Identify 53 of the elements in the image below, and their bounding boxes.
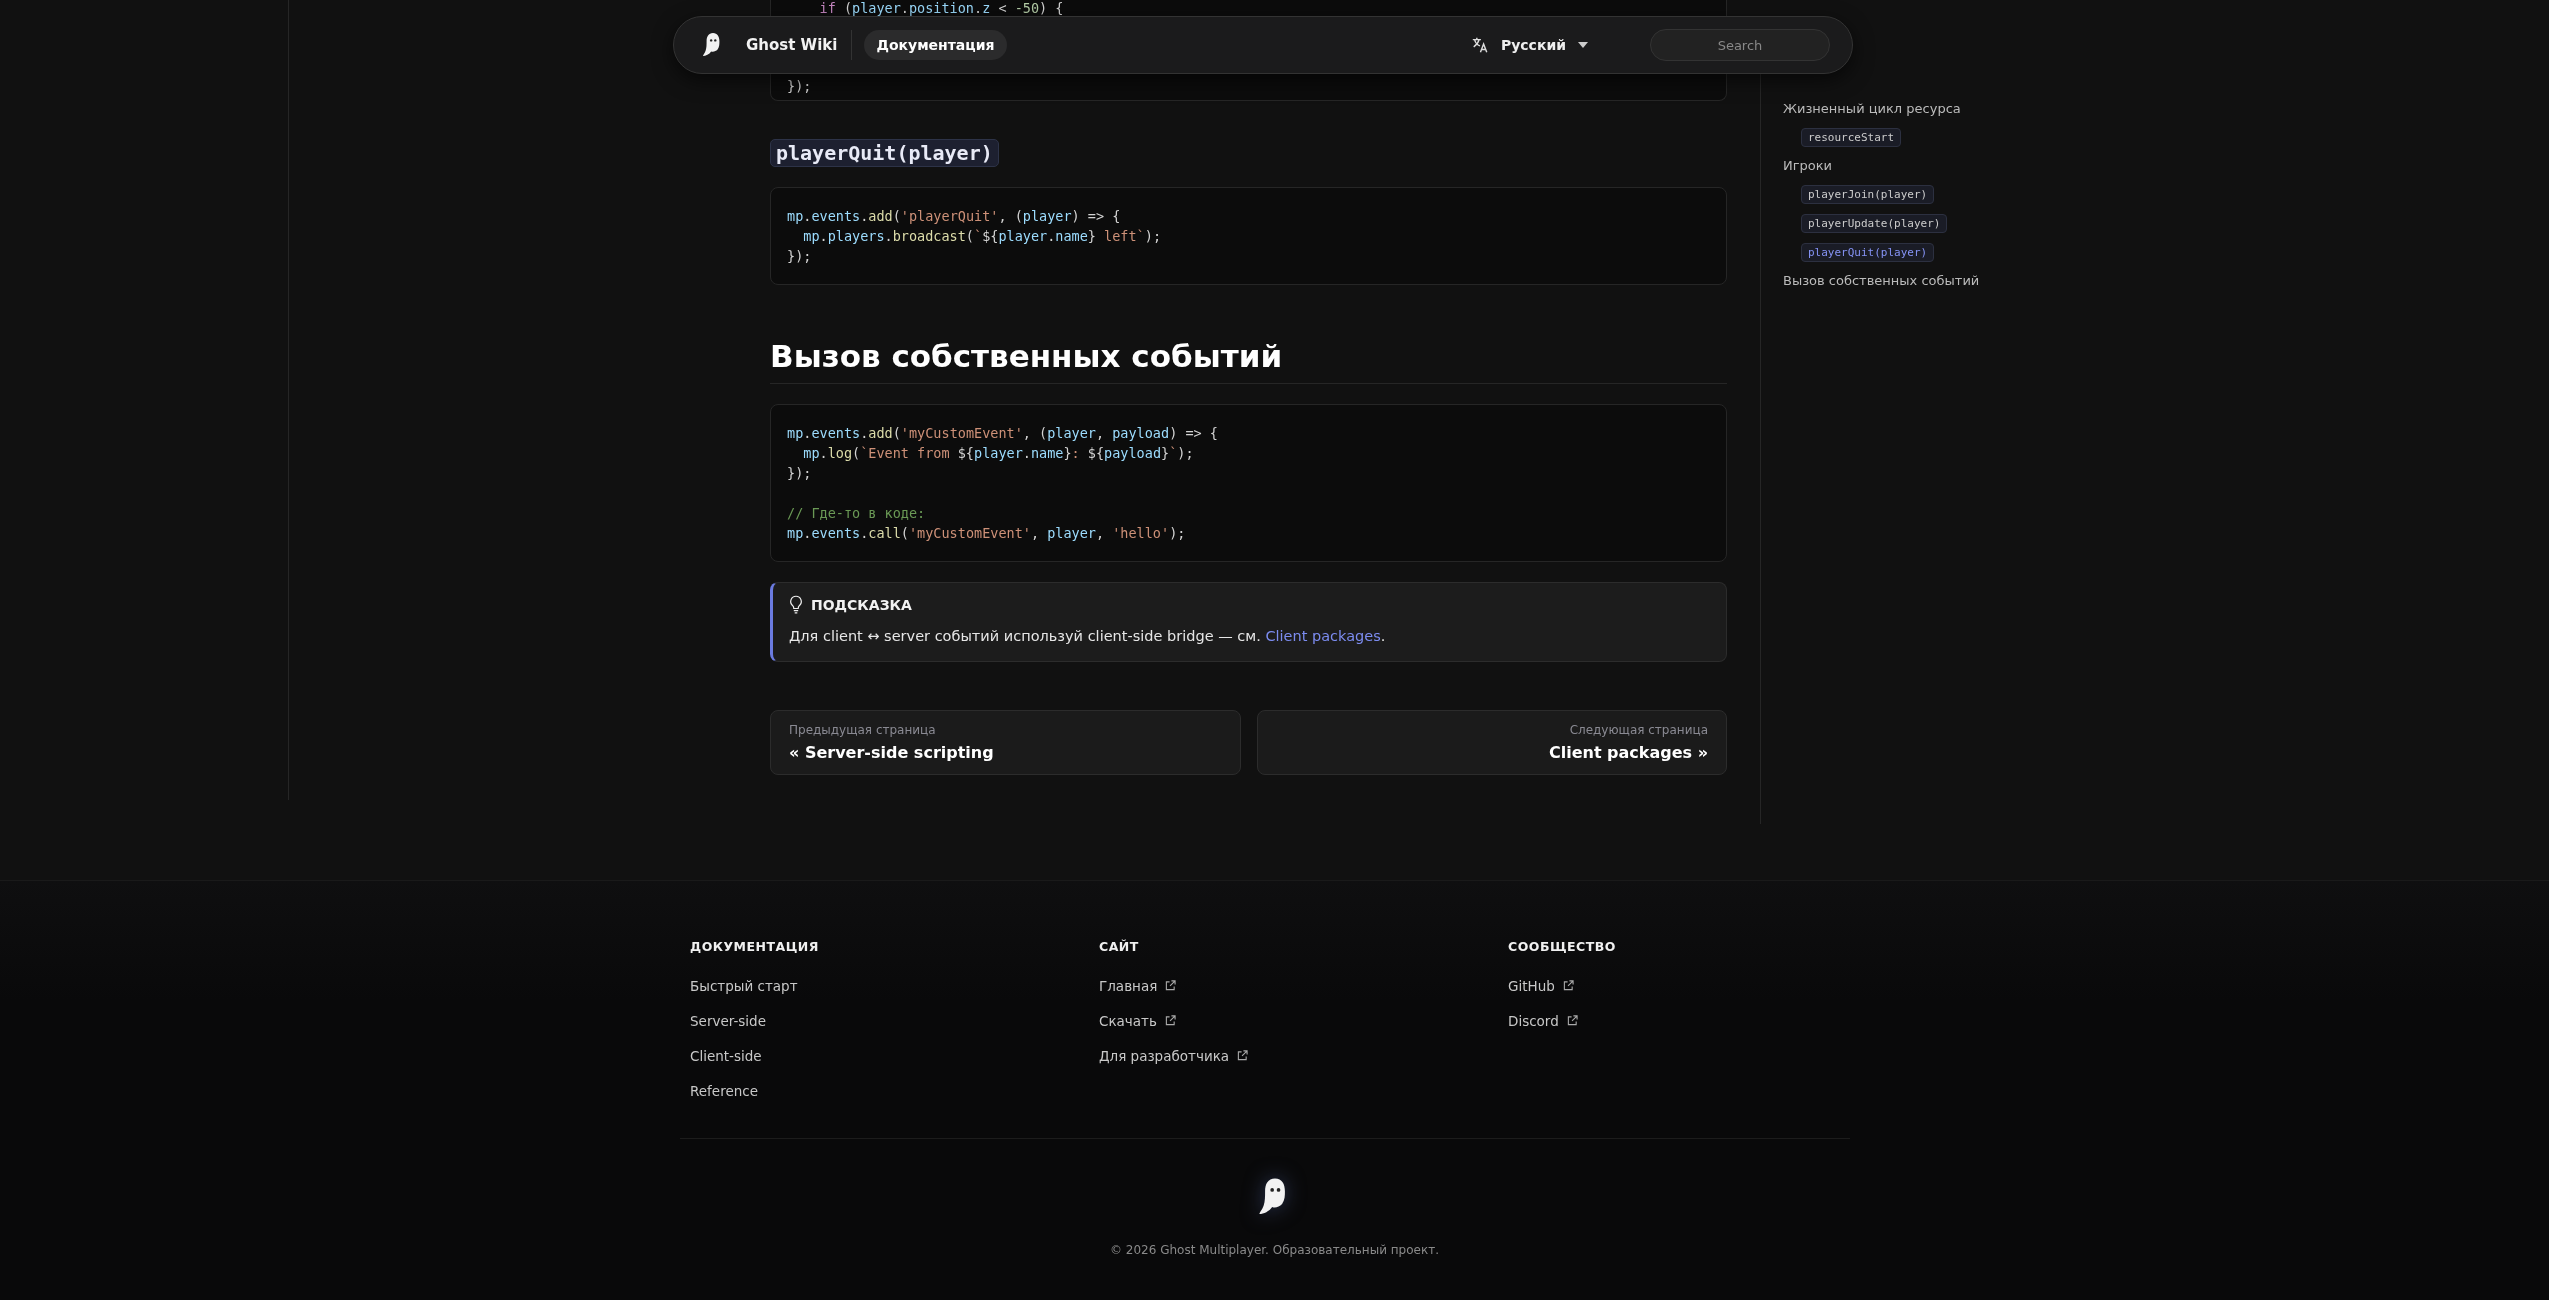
footer-link[interactable]: Быстрый старт (690, 968, 798, 1003)
caret-icon (1578, 42, 1588, 48)
code-line: }); (787, 78, 813, 94)
tip-text: Для client ↔ server событий используй client-side bridge — см. Client packages. (789, 627, 1387, 646)
toc-link[interactable]: playerUpdate(player) (1801, 214, 1948, 233)
site-title[interactable]: Ghost Wiki (746, 30, 853, 60)
footer-link[interactable]: Server-side (690, 1003, 766, 1038)
toc-link[interactable]: Вызов собственных событий (1783, 272, 2023, 290)
section-heading: playerQuit(player) (770, 139, 999, 167)
copyright-text: © 2026 Ghost Multiplayer. Образовательный проект. (1109, 1243, 1440, 1257)
footer-heading: СООБЩЕСТВО (1508, 939, 1616, 954)
code-line: mp.events.call('myCustomEvent', player, 'hello'); (787, 524, 1187, 543)
language-selector[interactable]: Русский (1464, 35, 1594, 55)
link[interactable]: Client packages (1265, 628, 1381, 644)
section-heading: Вызов собственных событий (770, 337, 1727, 384)
footer-link[interactable]: Discord (1508, 1003, 1578, 1038)
external-link-icon (1165, 980, 1177, 991)
footer-heading: ДОКУМЕНТАЦИЯ (690, 939, 819, 954)
translate-icon (1470, 36, 1489, 54)
pager-label: Предыдущая страница (789, 723, 937, 737)
nav-link[interactable]: Документация (864, 30, 1007, 60)
toc-link[interactable]: playerJoin(player) (1801, 185, 1935, 204)
code-line: mp.log(`Event from ${player.name}: ${payload}`); (802, 444, 1195, 463)
footer-link[interactable]: Скачать (1099, 1003, 1176, 1038)
toc-link[interactable]: Игроки (1783, 157, 2023, 175)
pager-title: « Server-side scripting (789, 743, 995, 762)
toc-link[interactable]: resourceStart (1801, 128, 1902, 147)
footer-link[interactable]: GitHub (1508, 968, 1574, 1003)
pager-title: Client packages » (1548, 743, 1708, 762)
external-link-icon (1164, 1015, 1176, 1026)
next-page-link[interactable]: Следующая страница Client packages » (1256, 710, 1727, 775)
code-line: mp.players.broadcast(`${player.name} left`); (802, 227, 1163, 246)
code-line: }); (787, 247, 813, 266)
previous-page-link[interactable]: Предыдущая страница « Server-side scripting (770, 710, 1241, 775)
footer-link[interactable]: Reference (690, 1073, 758, 1108)
tip-title: ПОДСКАЗКА (811, 597, 912, 613)
footer-link[interactable]: Для разработчика (1099, 1038, 1249, 1073)
toc-link[interactable]: Жизненный цикл ресурса (1783, 100, 2023, 118)
lightbulb-icon (789, 595, 803, 615)
code-line: // Где-то в коде: (787, 504, 927, 523)
footer-link[interactable]: Client-side (690, 1038, 762, 1073)
code-line: mp.events.add('playerQuit', (player) => { (787, 207, 1122, 226)
footer-link[interactable]: Главная (1099, 968, 1177, 1003)
external-link-icon (1562, 980, 1574, 991)
footer-heading: САЙТ (1099, 939, 1139, 954)
external-link-icon (1237, 1050, 1249, 1061)
external-link-icon (1566, 1015, 1578, 1026)
search-field[interactable]: Search (1650, 29, 1830, 61)
toc-link[interactable]: playerQuit(player) (1801, 243, 1935, 262)
code-line: }); (787, 464, 813, 483)
pager-label: Следующая страница (1569, 723, 1708, 737)
code-line: if (player.position.z < -50) { (818, 0, 1065, 16)
code-line: mp.events.add('myCustomEvent', (player, payload) => { (787, 424, 1219, 443)
